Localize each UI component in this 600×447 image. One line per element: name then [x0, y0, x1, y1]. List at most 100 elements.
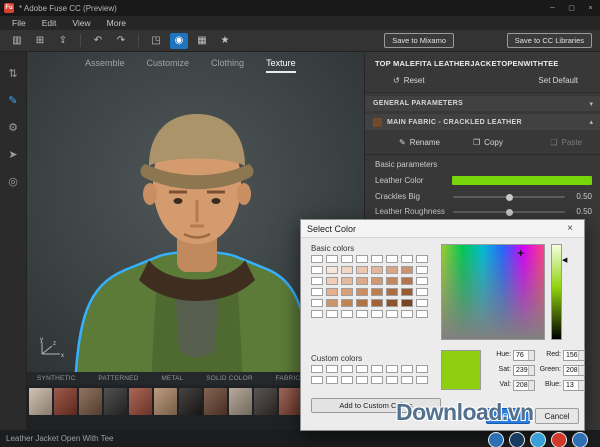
- select-tool-icon[interactable]: ➤: [8, 149, 17, 161]
- brightness-slider[interactable]: [551, 244, 562, 340]
- texture-thumbnail[interactable]: [54, 388, 77, 415]
- slider-knob[interactable]: [506, 209, 513, 216]
- save-to-mixamo-button[interactable]: Save to Mixamo: [384, 33, 454, 48]
- basic-color-swatch[interactable]: [356, 255, 368, 263]
- basic-color-swatch[interactable]: [356, 299, 368, 307]
- basic-color-swatch[interactable]: [371, 299, 383, 307]
- basic-color-swatch[interactable]: [416, 310, 428, 318]
- section-main-fabric[interactable]: MAIN FABRIC - CRACKLED LEATHER ▴: [365, 114, 600, 130]
- basic-color-swatch[interactable]: [311, 310, 323, 318]
- basic-color-swatch[interactable]: [326, 277, 338, 285]
- basic-color-swatch[interactable]: [341, 266, 353, 274]
- basic-color-swatch[interactable]: [311, 255, 323, 263]
- basic-color-swatch[interactable]: [311, 288, 323, 296]
- basic-color-swatch[interactable]: [386, 266, 398, 274]
- menu-edit[interactable]: Edit: [34, 18, 65, 28]
- texture-thumbnail[interactable]: [279, 388, 302, 415]
- texture-thumbnail[interactable]: [254, 388, 277, 415]
- upload-icon[interactable]: ⇪: [54, 33, 72, 49]
- leather-roughness-slider[interactable]: [453, 211, 565, 213]
- custom-color-swatch[interactable]: [326, 376, 338, 384]
- basic-color-swatch[interactable]: [386, 299, 398, 307]
- slider-knob[interactable]: [506, 194, 513, 201]
- tab-clothing[interactable]: Clothing: [211, 58, 244, 73]
- basic-color-swatch[interactable]: [356, 277, 368, 285]
- dialog-close-icon[interactable]: ×: [562, 223, 578, 234]
- basic-color-swatch[interactable]: [386, 255, 398, 263]
- section-general-parameters[interactable]: GENERAL PARAMETERS ▾: [365, 96, 600, 111]
- menu-view[interactable]: View: [64, 18, 98, 28]
- basic-color-swatch[interactable]: [371, 255, 383, 263]
- pose-tool-icon[interactable]: ⇅: [8, 68, 17, 80]
- basic-color-swatch[interactable]: [311, 277, 323, 285]
- category-metal[interactable]: METAL: [161, 375, 183, 382]
- basic-color-swatch[interactable]: [386, 288, 398, 296]
- texture-thumbnail[interactable]: [29, 388, 52, 415]
- sat-input[interactable]: 239: [513, 365, 535, 376]
- viewport-layout-icon[interactable]: ▥: [8, 33, 26, 49]
- category-patterned[interactable]: PATTERNED: [98, 375, 138, 382]
- custom-color-swatch[interactable]: [356, 365, 368, 373]
- category-synthetic[interactable]: SYNTHETIC: [37, 375, 76, 382]
- basic-color-swatch[interactable]: [341, 299, 353, 307]
- custom-color-swatch[interactable]: [416, 365, 428, 373]
- hue-input[interactable]: 76: [513, 350, 535, 361]
- custom-color-swatch[interactable]: [386, 365, 398, 373]
- redo-icon[interactable]: ↷: [112, 33, 130, 49]
- saturation-value-picker[interactable]: +: [441, 244, 545, 340]
- save-icon[interactable]: ⊞: [31, 33, 49, 49]
- custom-color-swatch[interactable]: [311, 376, 323, 384]
- custom-color-swatch[interactable]: [371, 376, 383, 384]
- basic-color-swatch[interactable]: [416, 255, 428, 263]
- val-input[interactable]: 208: [513, 380, 535, 391]
- green-input[interactable]: 208: [563, 365, 585, 376]
- basic-color-swatch[interactable]: [341, 288, 353, 296]
- cube-icon[interactable]: ◳: [147, 33, 165, 49]
- set-default-button[interactable]: Set Default: [538, 76, 578, 85]
- reset-button[interactable]: ↺ Reset: [393, 76, 425, 85]
- tab-customize[interactable]: Customize: [147, 58, 190, 73]
- basic-color-swatch[interactable]: [401, 277, 413, 285]
- category-solid-color[interactable]: SOLID COLOR: [206, 375, 253, 382]
- basic-color-swatch[interactable]: [386, 310, 398, 318]
- menu-file[interactable]: File: [4, 18, 34, 28]
- basic-color-swatch[interactable]: [401, 310, 413, 318]
- basic-color-swatch[interactable]: [416, 288, 428, 296]
- paint-tool-icon[interactable]: ✎: [8, 95, 17, 107]
- basic-color-swatch[interactable]: [326, 310, 338, 318]
- tab-assemble[interactable]: Assemble: [85, 58, 125, 73]
- custom-color-swatch[interactable]: [311, 365, 323, 373]
- basic-color-swatch[interactable]: [401, 288, 413, 296]
- red-input[interactable]: 156: [563, 350, 585, 361]
- crackles-big-slider[interactable]: [453, 196, 565, 198]
- basic-color-swatch[interactable]: [371, 277, 383, 285]
- close-button[interactable]: ×: [581, 0, 600, 16]
- save-to-cc-libraries-button[interactable]: Save to CC Libraries: [507, 33, 592, 48]
- basic-color-swatch[interactable]: [371, 310, 383, 318]
- texture-thumbnail[interactable]: [179, 388, 202, 415]
- basic-color-swatch[interactable]: [326, 288, 338, 296]
- menu-more[interactable]: More: [99, 18, 134, 28]
- basic-color-swatch[interactable]: [341, 255, 353, 263]
- settings-tool-icon[interactable]: ⚙: [8, 122, 18, 134]
- basic-color-swatch[interactable]: [401, 255, 413, 263]
- cancel-button[interactable]: Cancel: [535, 408, 579, 424]
- category-fabric[interactable]: FABRIC: [276, 375, 301, 382]
- texture-thumbnail[interactable]: [204, 388, 227, 415]
- basic-color-swatch[interactable]: [401, 266, 413, 274]
- custom-color-swatch[interactable]: [341, 376, 353, 384]
- tab-texture[interactable]: Texture: [266, 58, 296, 73]
- minimize-button[interactable]: ─: [543, 0, 562, 16]
- texture-icon[interactable]: ▦: [193, 33, 211, 49]
- rename-button[interactable]: ✎ Rename: [399, 138, 440, 147]
- leather-color-swatch[interactable]: [452, 176, 592, 185]
- basic-color-swatch[interactable]: [341, 277, 353, 285]
- texture-thumbnail[interactable]: [229, 388, 252, 415]
- basic-color-swatch[interactable]: [341, 310, 353, 318]
- basic-color-swatch[interactable]: [416, 277, 428, 285]
- basic-color-swatch[interactable]: [356, 266, 368, 274]
- custom-color-swatch[interactable]: [341, 365, 353, 373]
- basic-color-swatch[interactable]: [356, 288, 368, 296]
- custom-color-swatch[interactable]: [386, 376, 398, 384]
- custom-color-swatch[interactable]: [356, 376, 368, 384]
